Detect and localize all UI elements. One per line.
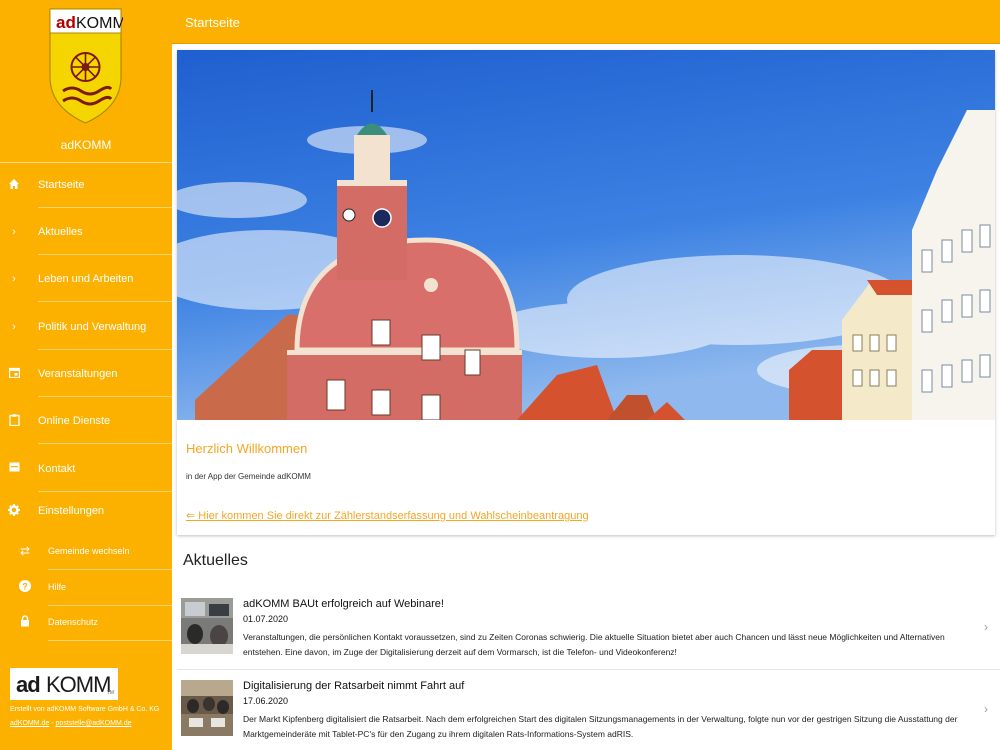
welcome-title: Herzlich Willkommen [186,441,308,456]
swap-icon: ⇄ [19,544,31,558]
svg-text:ad: ad [56,13,76,32]
news-item[interactable]: Digitalisierung der Ratsarbeit nimmt Fah… [177,680,1000,750]
sidebar-item-label: Politik und Verwaltung [38,321,147,333]
sidebar-item-label: Gemeinde wechseln [48,546,130,556]
email-link[interactable]: poststelle@adKOMM.de [56,720,132,727]
news-excerpt: Der Markt Kipfenberg digitalisiert die R… [243,714,958,739]
sidebar-item-politik-und-verwaltung[interactable]: › Politik und Verwaltung [0,304,172,350]
logo-trademark: TM [106,690,114,696]
chevron-right-icon: › [12,226,16,238]
contact-card-icon [7,462,21,476]
sidebar-item-leben-und-arbeiten[interactable]: › Leben und Arbeiten [0,256,172,302]
divider [177,669,1000,670]
news-heading: Aktuelles [183,552,248,569]
news-excerpt: Veranstaltungen, die persönlichen Kontak… [243,632,945,657]
sidebar-item-label: Veranstaltungen [38,368,118,380]
divider [48,640,172,641]
sidebar-item-label: Aktuelles [38,226,83,238]
svg-text:?: ? [22,581,28,591]
divider [38,301,172,302]
sidebar-item-veranstaltungen[interactable]: Veranstaltungen [0,351,172,397]
sidebar: ad KOMM adKOMM Startseite › Aktuelles › … [0,0,172,750]
page-title: Startseite [185,15,240,30]
clipboard-icon [7,414,21,428]
news-thumbnail [181,598,233,654]
top-bar: Startseite [172,0,1000,44]
adkomm-logo: ad KOMM TM [10,668,118,700]
meter-reading-link[interactable]: ⇐ Hier kommen Sie direkt zur Zählerstand… [186,509,589,522]
sidebar-item-label: Kontakt [38,463,76,475]
help-icon: ? [18,580,32,594]
sidebar-item-kontakt[interactable]: Kontakt [0,446,172,492]
welcome-card: Herzlich Willkommen in der App der Gemei… [177,50,995,535]
sidebar-item-label: Leben und Arbeiten [38,273,134,285]
home-icon [7,178,21,192]
sidebar-item-aktuelles[interactable]: › Aktuelles [0,209,172,255]
news-date: 17.06.2020 [243,696,289,706]
lock-icon [18,615,32,629]
footer-links: adKOMM.de - poststelle@adKOMM.de [10,720,132,727]
news-title: Digitalisierung der Ratsarbeit nimmt Fah… [243,680,465,692]
gear-icon [7,504,21,518]
municipal-crest-logo: ad KOMM [49,8,123,124]
chevron-right-icon: › [12,273,16,285]
app-name: adKOMM [60,138,112,152]
sidebar-item-label: Einstellungen [38,505,105,517]
divider [38,207,172,208]
website-link[interactable]: adKOMM.de [10,720,49,727]
logo-text-ad: ad [16,672,41,697]
town-hall-hero-image [177,50,995,420]
divider [38,396,172,397]
divider [38,443,172,444]
news-title: adKOMM BAUt erfolgreich auf Webinare! [243,598,444,610]
sidebar-item-label: Hilfe [48,582,67,592]
sidebar-item-startseite[interactable]: Startseite [0,162,172,208]
chevron-right-icon: › [984,620,988,634]
sidebar-item-label: Startseite [38,179,85,191]
logo-text-komm: KOMM [46,672,111,697]
chevron-right-icon: › [12,321,16,333]
sidebar-subitem-hilfe[interactable]: ? Hilfe [0,570,172,606]
divider [38,349,172,350]
news-item[interactable]: adKOMM BAUt erfolgreich auf Webinare! 01… [177,598,1000,670]
sidebar-subitem-gemeinde-wechseln[interactable]: ⇄ Gemeinde wechseln [0,534,172,570]
sidebar-item-online-dienste[interactable]: Online Dienste [0,398,172,444]
footer-credit: Erstellt von adKOMM Software GmbH & Co. … [10,706,160,713]
news-thumbnail [181,680,233,736]
sidebar-item-label: Online Dienste [38,415,111,427]
calendar-icon [7,367,21,381]
divider [38,254,172,255]
chevron-right-icon: › [984,702,988,716]
sidebar-item-label: Datenschutz [48,617,99,627]
sidebar-subitem-datenschutz[interactable]: Datenschutz [0,605,172,641]
sidebar-item-einstellungen[interactable]: Einstellungen [0,488,172,534]
welcome-subtitle: in der App der Gemeinde adKOMM [186,472,311,481]
news-date: 01.07.2020 [243,614,289,624]
svg-text:KOMM: KOMM [76,15,123,32]
